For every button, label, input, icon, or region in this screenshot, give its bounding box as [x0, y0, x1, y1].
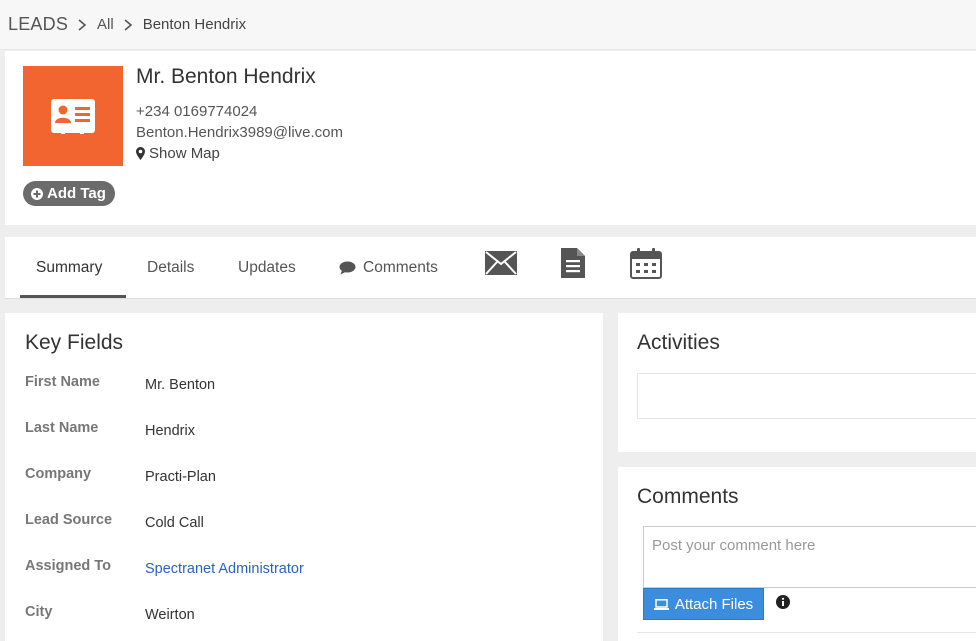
tab-bar: Summary Details Updates Comments — [5, 237, 976, 299]
tab-updates[interactable]: Updates — [238, 237, 296, 298]
breadcrumb-item-all[interactable]: All — [97, 16, 114, 33]
field-value: Weirton — [145, 607, 195, 623]
info-icon[interactable] — [776, 595, 790, 609]
field-label: Lead Source — [25, 512, 113, 528]
document-icon[interactable] — [561, 248, 585, 278]
show-map-link[interactable]: Show Map — [136, 145, 220, 162]
field-label: City — [25, 604, 53, 620]
breadcrumb-item-current: Benton Hendrix — [142, 16, 247, 33]
contact-card-icon — [51, 99, 95, 134]
field-label: Last Name — [25, 420, 99, 436]
lead-profile-card: Mr. Benton Hendrix +234 0169774024 Bento… — [5, 51, 976, 225]
plus-icon — [31, 187, 43, 200]
lead-phone[interactable]: +234 0169774024 — [136, 103, 257, 120]
field-label: Assigned To — [25, 558, 111, 574]
field-value: Cold Call — [145, 515, 204, 531]
attach-files-label: Attach Files — [674, 595, 754, 613]
lead-name: Mr. Benton Hendrix — [136, 65, 316, 88]
field-label: Company — [25, 466, 92, 482]
divider — [637, 632, 976, 633]
avatar — [23, 66, 123, 166]
comments-title: Comments — [637, 485, 739, 508]
breadcrumb-root[interactable]: LEADS — [8, 14, 68, 35]
key-fields-title: Key Fields — [25, 331, 124, 354]
field-value: Practi-Plan — [145, 469, 216, 485]
laptop-icon — [653, 598, 669, 610]
field-value: Hendrix — [145, 423, 195, 439]
chevron-right-icon — [124, 18, 132, 31]
tab-comments[interactable]: Comments — [339, 237, 438, 298]
field-label: First Name — [25, 374, 100, 390]
assigned-user-link[interactable]: Spectranet Administrator — [145, 561, 304, 577]
chevron-right-icon — [78, 18, 87, 31]
activities-panel: Activities — [618, 313, 976, 452]
comment-input[interactable] — [643, 526, 976, 588]
show-map-label: Show Map — [149, 145, 220, 162]
calendar-icon[interactable] — [630, 248, 662, 279]
comments-panel: Comments Attach Files — [618, 467, 976, 641]
tab-details[interactable]: Details — [147, 237, 194, 298]
field-value: Mr. Benton — [145, 377, 216, 393]
mail-icon[interactable] — [485, 251, 517, 275]
breadcrumb: LEADS All Benton Hendrix — [0, 0, 976, 50]
comment-bubble-icon — [339, 261, 356, 274]
tab-summary[interactable]: Summary — [36, 237, 102, 298]
map-marker-icon — [136, 147, 145, 160]
activities-title: Activities — [637, 331, 720, 354]
activities-list — [637, 373, 976, 419]
attach-files-button[interactable]: Attach Files — [643, 588, 764, 620]
add-tag-label: Add Tag — [47, 185, 106, 202]
add-tag-button[interactable]: Add Tag — [23, 181, 115, 206]
tab-comments-label: Comments — [363, 258, 438, 276]
active-tab-indicator — [20, 295, 126, 298]
key-fields-panel: Key Fields First Name Mr. Benton Last Na… — [5, 313, 603, 641]
lead-email[interactable]: Benton.Hendrix3989@live.com — [136, 124, 343, 141]
